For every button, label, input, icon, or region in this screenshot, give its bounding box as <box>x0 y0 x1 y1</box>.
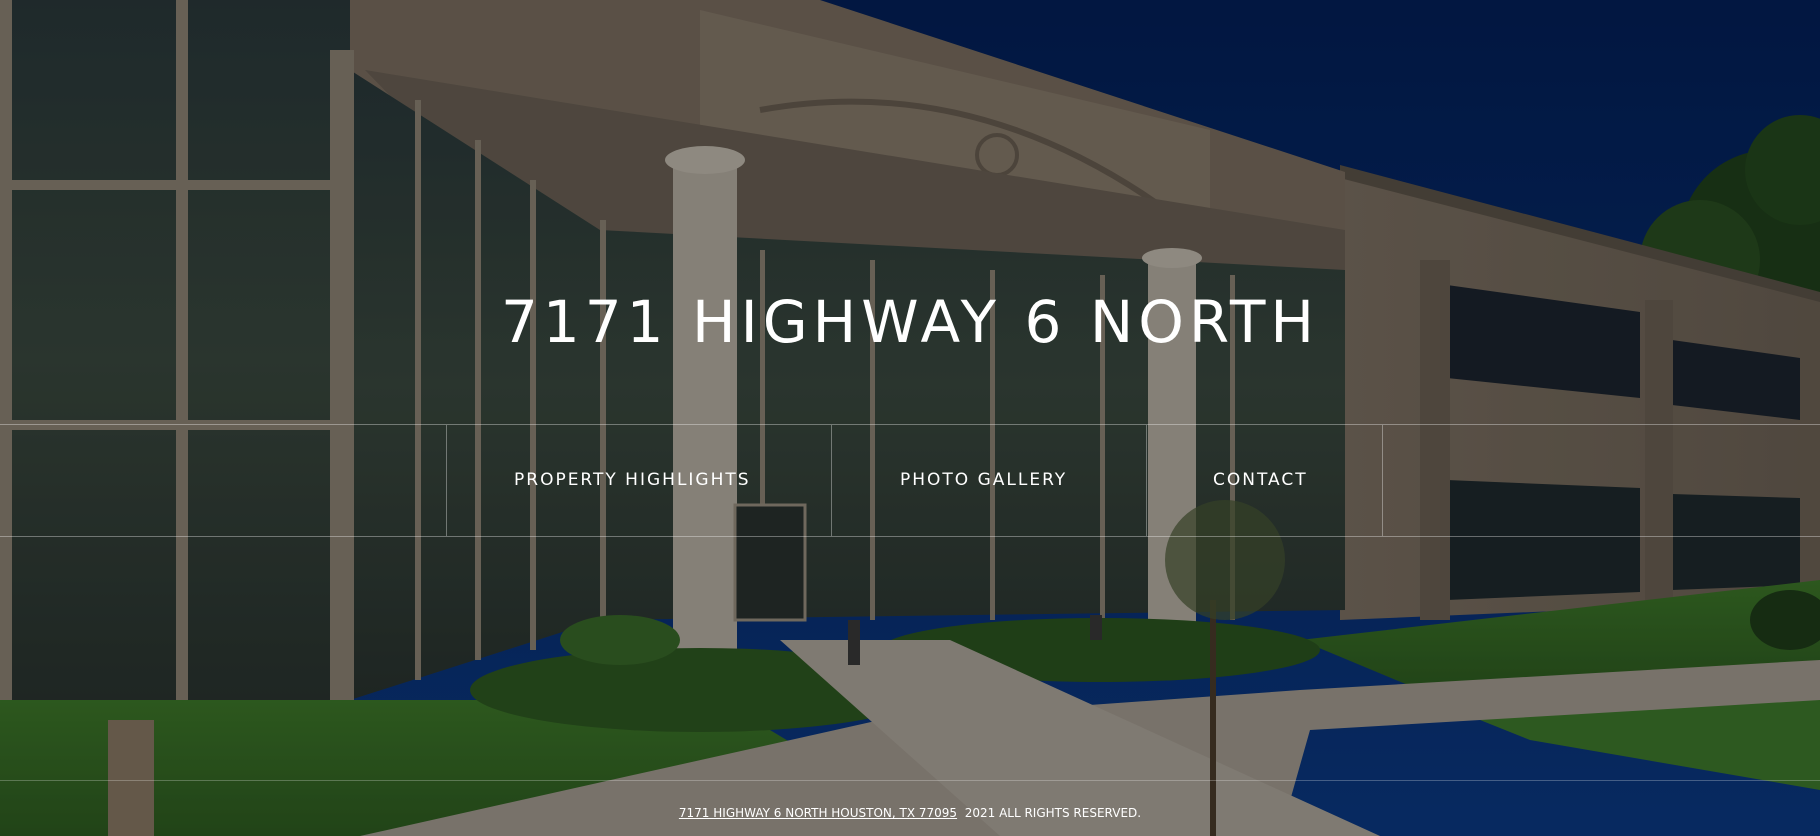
nav-divider <box>446 425 447 536</box>
page-title: 7171 HIGHWAY 6 NORTH <box>500 288 1320 356</box>
nav-divider <box>1382 425 1383 536</box>
footer: 7171 HIGHWAY 6 NORTH HOUSTON, TX 77095 2… <box>0 805 1820 821</box>
main-navigation: PROPERTY HIGHLIGHTS PHOTO GALLERY CONTAC… <box>0 425 1820 536</box>
footer-copyright: 2021 ALL RIGHTS RESERVED. <box>964 806 1142 820</box>
photo-dark-overlay <box>0 0 1820 836</box>
hero-section: 7171 HIGHWAY 6 NORTH PROPERTY HIGHLIGHTS… <box>0 0 1820 836</box>
nav-bottom-divider <box>0 536 1820 537</box>
footer-address-link[interactable]: 7171 HIGHWAY 6 NORTH HOUSTON, TX 77095 <box>679 806 957 820</box>
footer-divider <box>0 780 1820 781</box>
nav-item-photo-gallery[interactable]: PHOTO GALLERY <box>900 425 1067 536</box>
nav-divider <box>1146 425 1147 536</box>
nav-item-property-highlights[interactable]: PROPERTY HIGHLIGHTS <box>514 425 751 536</box>
nav-item-contact[interactable]: CONTACT <box>1213 425 1308 536</box>
nav-divider <box>831 425 832 536</box>
